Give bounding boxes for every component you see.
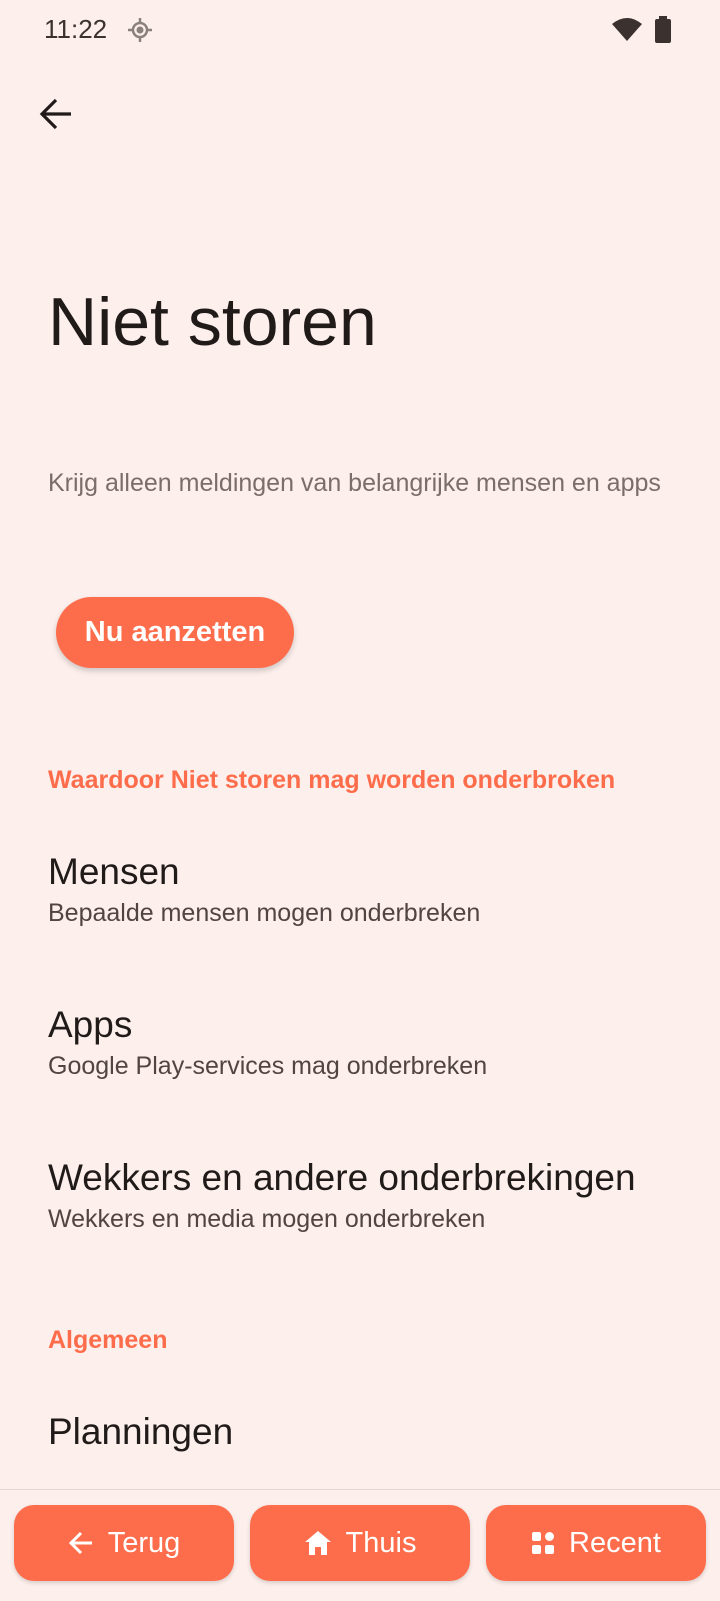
list-item-subtitle: Bepaalde mensen mogen onderbreken [48,899,481,927]
battery-icon [654,16,672,49]
list-item-schedules[interactable]: Planningen [48,1410,688,1454]
list-item-subtitle: Wekkers en media mogen onderbreken [48,1205,486,1233]
description-text: Krijg alleen meldingen van belangrijke m… [48,469,661,497]
list-item-alarms[interactable]: Wekkers en andere onderbrekingen Wekkers… [48,1156,688,1236]
section-header-interruptions: Waardoor Niet storen mag worden onderbro… [48,766,616,794]
home-icon [304,1530,332,1556]
back-button[interactable] [30,90,82,142]
location-icon [128,17,152,48]
list-item-apps[interactable]: Apps Google Play-services mag onderbreke… [48,1003,688,1083]
status-time: 11:22 [44,14,108,44]
list-item-people[interactable]: Mensen Bepaalde mensen mogen onderbreken [48,850,688,930]
nav-recent-button[interactable]: Recent [486,1505,706,1581]
nav-back-button[interactable]: Terug [14,1505,234,1581]
apps-grid-icon [531,1531,555,1555]
list-item-title: Wekkers en andere onderbrekingen [48,1157,636,1198]
nav-recent-label: Recent [569,1526,661,1559]
nav-home-button[interactable]: Thuis [250,1505,470,1581]
list-item-subtitle: Google Play-services mag onderbreken [48,1052,488,1080]
turn-on-now-button[interactable]: Nu aanzetten [56,597,294,668]
list-item-title: Apps [48,1004,133,1045]
status-bar: 11:22 [0,0,720,60]
arrow-back-icon [38,96,74,137]
page-title: Niet storen [48,284,377,360]
list-item-title: Planningen [48,1411,234,1452]
bottom-nav-bar: Terug Thuis Recent [0,1489,720,1601]
section-header-general: Algemeen [48,1326,168,1354]
arrow-back-icon [68,1530,94,1556]
wifi-icon [612,16,642,47]
nav-back-label: Terug [107,1526,181,1559]
nav-home-label: Thuis [345,1526,417,1559]
list-item-title: Mensen [48,851,180,892]
